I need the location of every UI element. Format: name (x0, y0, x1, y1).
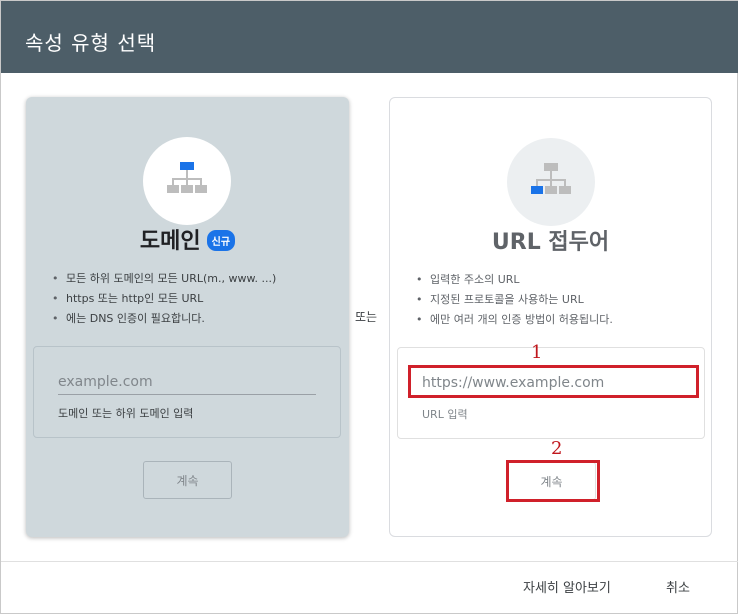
url-icon-circle (507, 138, 595, 226)
dialog-header: 속성 유형 선택 (1, 1, 738, 73)
cancel-button[interactable]: 취소 (666, 577, 690, 596)
annotation-box-1 (408, 365, 699, 398)
domain-input-box: 도메인 또는 하위 도메인 입력 (33, 346, 341, 438)
list-item: https 또는 http인 모든 URL (52, 289, 342, 309)
url-bullet-list: 입력한 주소의 URL 지정된 프로토콜을 사용하는 URL 에만 여러 개의 … (416, 270, 706, 330)
domain-bullet-list: 모든 하위 도메인의 모든 URL(m., www. ...) https 또는… (52, 269, 342, 329)
domain-icon-circle (143, 137, 231, 225)
new-badge: 신규 (206, 229, 236, 251)
sitemap-icon (531, 163, 571, 194)
annotation-number-2: 2 (551, 438, 563, 459)
learn-more-button[interactable]: 자세히 알아보기 (523, 577, 611, 596)
dialog-title: 속성 유형 선택 (25, 31, 157, 55)
annotation-number-1: 1 (531, 342, 543, 363)
domain-input[interactable] (58, 369, 316, 395)
list-item: 에는 DNS 인증이 필요합니다. (52, 309, 342, 329)
url-card-title: URL 접두어 (491, 230, 610, 255)
or-label: 또는 (355, 310, 378, 324)
list-item: 에만 여러 개의 인증 방법이 허용됩니다. (416, 310, 706, 330)
list-item: 모든 하위 도메인의 모든 URL(m., www. ...) (52, 269, 342, 289)
sitemap-icon (167, 162, 207, 193)
footer-divider (1, 561, 738, 562)
property-type-dialog: 속성 유형 선택 도메인신규 모든 하위 도메인의 모든 URL(m., www… (0, 0, 738, 614)
domain-help-text: 도메인 또는 하위 도메인 입력 (58, 407, 194, 420)
domain-title-text: 도메인 (139, 229, 201, 254)
domain-card-title: 도메인 신규 (26, 223, 349, 255)
annotation-box-2 (506, 460, 600, 502)
url-help-text: URL 입력 (422, 408, 468, 421)
domain-card[interactable]: 도메인신규 모든 하위 도메인의 모든 URL(m., www. ...) ht… (26, 97, 349, 537)
list-item: 입력한 주소의 URL (416, 270, 706, 290)
list-item: 지정된 프로토콜을 사용하는 URL (416, 290, 706, 310)
domain-continue-button[interactable]: 계속 (143, 461, 232, 499)
